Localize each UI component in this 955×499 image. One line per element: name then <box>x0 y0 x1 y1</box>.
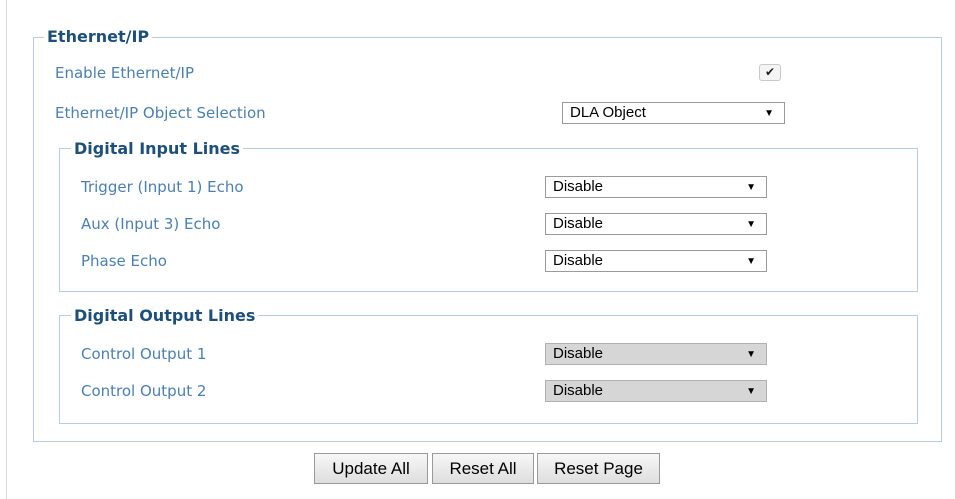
aux-input3-echo-select[interactable]: Disable ▼ <box>545 213 767 235</box>
object-selection-select[interactable]: DLA Object ▼ <box>562 102 785 124</box>
chevron-down-icon: ▼ <box>746 256 756 267</box>
enable-ethernet-ip-label: Enable Ethernet/IP <box>55 64 194 82</box>
aux-input3-echo-label: Aux (Input 3) Echo <box>81 215 221 233</box>
control-output1-value: Disable <box>553 345 604 362</box>
digital-input-lines-legend: Digital Input Lines <box>71 140 244 158</box>
enable-ethernet-ip-checkbox[interactable]: ✔ <box>759 64 781 81</box>
page-left-border <box>6 0 7 499</box>
control-output2-select[interactable]: Disable ▼ <box>545 380 767 402</box>
trigger-input1-echo-label: Trigger (Input 1) Echo <box>81 178 244 196</box>
digital-output-lines-group <box>59 315 918 424</box>
control-output1-select[interactable]: Disable ▼ <box>545 343 767 365</box>
chevron-down-icon: ▼ <box>746 182 756 193</box>
object-selection-label: Ethernet/IP Object Selection <box>55 104 266 122</box>
control-output1-label: Control Output 1 <box>81 345 207 363</box>
trigger-input1-echo-select[interactable]: Disable ▼ <box>545 176 767 198</box>
phase-echo-value: Disable <box>553 252 604 269</box>
digital-output-lines-legend: Digital Output Lines <box>71 307 259 325</box>
chevron-down-icon: ▼ <box>746 219 756 230</box>
control-output2-value: Disable <box>553 382 604 399</box>
update-all-button[interactable]: Update All <box>314 453 428 484</box>
chevron-down-icon: ▼ <box>764 108 774 119</box>
object-selection-value: DLA Object <box>570 104 646 121</box>
reset-all-button[interactable]: Reset All <box>432 453 534 484</box>
phase-echo-select[interactable]: Disable ▼ <box>545 250 767 272</box>
ethernet-ip-legend: Ethernet/IP <box>44 28 153 46</box>
reset-page-button[interactable]: Reset Page <box>537 453 660 484</box>
control-output2-label: Control Output 2 <box>81 382 207 400</box>
chevron-down-icon: ▼ <box>746 349 756 360</box>
check-icon: ✔ <box>764 65 776 79</box>
aux-input3-echo-value: Disable <box>553 215 604 232</box>
phase-echo-label: Phase Echo <box>81 252 167 270</box>
trigger-input1-echo-value: Disable <box>553 178 604 195</box>
chevron-down-icon: ▼ <box>746 386 756 397</box>
